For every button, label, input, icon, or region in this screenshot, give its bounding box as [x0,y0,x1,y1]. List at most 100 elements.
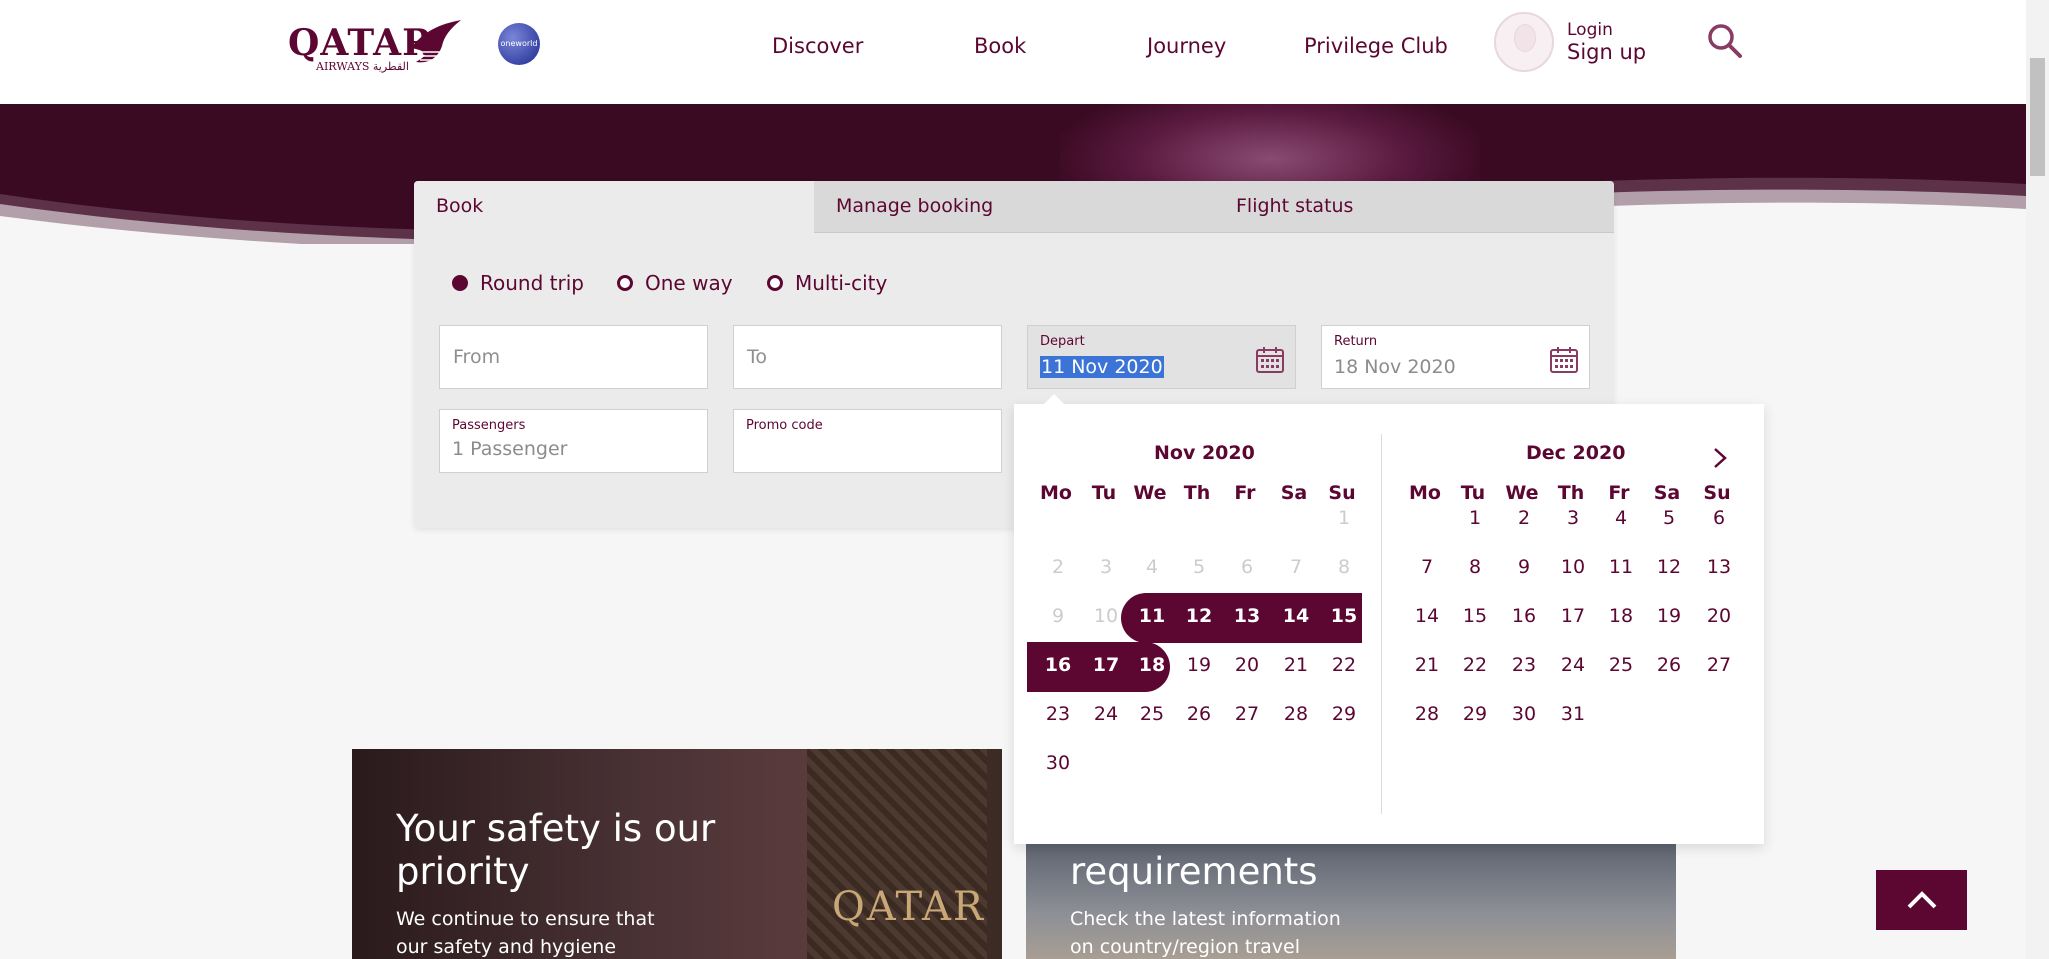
calendar-day[interactable]: 27 [1227,703,1267,725]
calendar-icon[interactable] [1255,346,1285,374]
calendar-day[interactable]: 23 [1038,703,1078,725]
to-placeholder: To [747,346,768,368]
calendar-day[interactable]: 18 [1132,654,1172,676]
nav-discover[interactable]: Discover [772,34,863,58]
search-icon[interactable] [1706,22,1744,60]
calendar-day[interactable]: 31 [1553,703,1593,725]
nav-book[interactable]: Book [974,34,1026,58]
calendar-day: 2 [1051,556,1065,578]
calendar-day[interactable]: 1 [1455,507,1495,529]
calendar-icon[interactable] [1549,346,1579,374]
calendar-day[interactable]: 13 [1227,605,1267,627]
passengers-field[interactable]: Passengers 1 Passenger [439,409,708,473]
calendar-day[interactable]: 23 [1504,654,1544,676]
radio-one-way[interactable]: One way [617,271,733,295]
to-field[interactable]: To [733,325,1002,389]
chevron-right-icon[interactable] [1710,446,1730,470]
scrollbar-thumb[interactable] [2030,58,2045,176]
calendar-day[interactable]: 10 [1553,556,1593,578]
passengers-value: 1 Passenger [452,438,568,460]
radio-multi-city[interactable]: Multi-city [767,271,887,295]
calendar-day[interactable]: 24 [1553,654,1593,676]
calendar-day[interactable]: 16 [1504,605,1544,627]
month-title: Nov 2020 [1154,442,1255,464]
weekday-header: Su [1703,482,1731,504]
calendar-divider [1381,434,1382,814]
calendar-day[interactable]: 17 [1086,654,1126,676]
calendar-day[interactable]: 18 [1601,605,1641,627]
calendar-day[interactable]: 25 [1601,654,1641,676]
calendar-day[interactable]: 12 [1179,605,1219,627]
calendar-day[interactable]: 19 [1179,654,1219,676]
tab-manage-booking[interactable]: Manage booking [814,181,1214,233]
depart-field[interactable]: Depart 11 Nov 2020 [1027,325,1296,389]
safety-card-text: We continue to ensure that our safety an… [396,908,655,958]
calendar-day[interactable]: 11 [1132,605,1172,627]
promo-code-field[interactable]: Promo code [733,409,1002,473]
safety-card[interactable]: QATAR Your safety is our priority We con… [352,749,1002,959]
calendar-day[interactable]: 21 [1276,654,1316,676]
calendar-day[interactable]: 12 [1649,556,1689,578]
weekday-header: We [1505,482,1539,504]
calendar-day[interactable]: 24 [1086,703,1126,725]
calendar-day[interactable]: 22 [1455,654,1495,676]
login-link[interactable]: Login [1567,20,1613,40]
nav-journey[interactable]: Journey [1147,34,1226,58]
calendar-day[interactable]: 28 [1276,703,1316,725]
calendar-day[interactable]: 16 [1038,654,1078,676]
site-header: QATAR AIRWAYS القطرية oneworld Discover … [0,0,2026,104]
signup-link[interactable]: Sign up [1567,40,1646,64]
weekday-header: Sa [1280,482,1308,504]
tab-flight-status[interactable]: Flight status [1214,181,1614,233]
calendar-day[interactable]: 13 [1699,556,1739,578]
calendar-day[interactable]: 5 [1649,507,1689,529]
calendar-day[interactable]: 14 [1276,605,1316,627]
calendar-day[interactable]: 28 [1407,703,1447,725]
safety-card-title: Your safety is our priority [396,807,716,893]
oneworld-logo: oneworld [498,23,540,65]
travel-requirements-card[interactable]: requirements Check the latest informatio… [1026,844,1676,959]
calendar-day[interactable]: 14 [1407,605,1447,627]
calendar-day[interactable]: 9 [1504,556,1544,578]
calendar-day[interactable]: 17 [1553,605,1593,627]
qatar-airways-logo[interactable]: QATAR AIRWAYS القطرية [288,18,464,74]
calendar-day[interactable]: 30 [1504,703,1544,725]
calendar-day[interactable]: 4 [1601,507,1641,529]
calendar-day[interactable]: 15 [1324,605,1364,627]
calendar-day[interactable]: 29 [1324,703,1364,725]
nav-privilege-club[interactable]: Privilege Club [1304,34,1448,58]
calendar-day[interactable]: 27 [1699,654,1739,676]
calendar-day[interactable]: 22 [1324,654,1364,676]
calendar-day: 4 [1145,556,1159,578]
travel-card-title: requirements [1070,850,1318,893]
weekday-header: Tu [1460,482,1486,504]
radio-round-trip[interactable]: Round trip [452,271,584,295]
calendar-day: 9 [1051,605,1065,627]
weekday-header: Mo [1040,482,1072,504]
calendar-day[interactable]: 30 [1038,752,1078,774]
calendar-day[interactable]: 26 [1649,654,1689,676]
calendar-day[interactable]: 8 [1455,556,1495,578]
calendar-day[interactable]: 11 [1601,556,1641,578]
avatar[interactable] [1494,12,1554,72]
calendar-day[interactable]: 25 [1132,703,1172,725]
return-label: Return [1334,334,1378,349]
from-field[interactable]: From [439,325,708,389]
calendar-day[interactable]: 20 [1227,654,1267,676]
calendar-day[interactable]: 19 [1649,605,1689,627]
tab-book[interactable]: Book [414,181,814,233]
return-field[interactable]: Return 18 Nov 2020 [1321,325,1590,389]
scroll-to-top-button[interactable] [1876,870,1967,930]
calendar-day[interactable]: 15 [1455,605,1495,627]
logo-subtitle: AIRWAYS القطرية [316,60,409,73]
weekday-header: Fr [1234,482,1256,504]
calendar-day[interactable]: 26 [1179,703,1219,725]
calendar-day[interactable]: 29 [1455,703,1495,725]
calendar-day[interactable]: 7 [1407,556,1447,578]
calendar-day[interactable]: 21 [1407,654,1447,676]
calendar-day[interactable]: 2 [1504,507,1544,529]
calendar-day[interactable]: 6 [1699,507,1739,529]
calendar-day[interactable]: 3 [1553,507,1593,529]
calendar-day[interactable]: 20 [1699,605,1739,627]
weekday-header: Su [1328,482,1356,504]
